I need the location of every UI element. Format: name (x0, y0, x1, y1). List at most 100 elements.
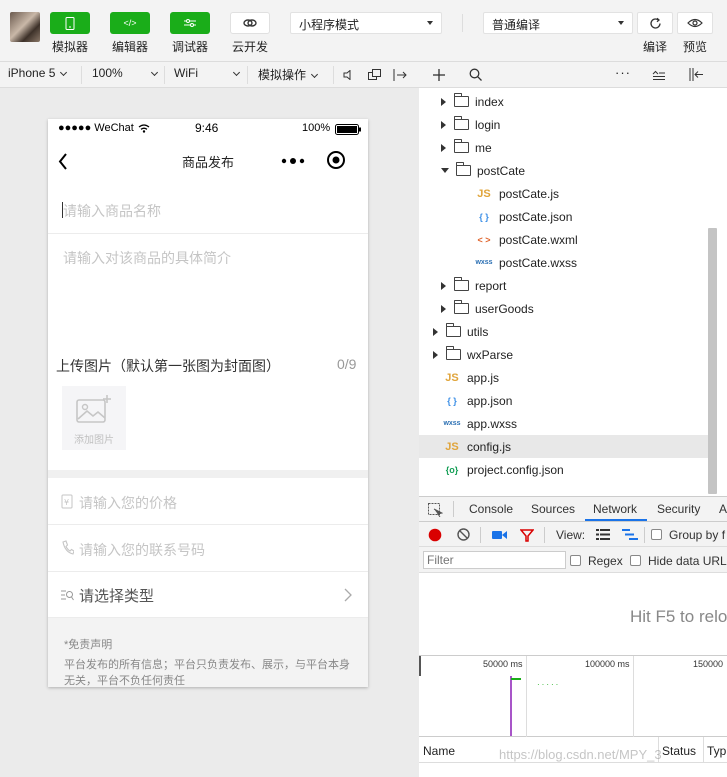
list-view-icon[interactable] (596, 529, 610, 540)
type-select[interactable]: 请选择类型 (48, 572, 368, 618)
tree-file[interactable]: {o} project.config.json (419, 458, 715, 481)
price-placeholder: 请输入您的价格 (79, 495, 177, 511)
tree-folder[interactable]: report (419, 274, 715, 297)
phone-status-bar: ●●●●● WeChat 9:46 100% (48, 119, 368, 139)
mode-select[interactable]: 小程序模式 (290, 12, 442, 34)
tree-folder[interactable]: me (419, 136, 715, 159)
network-toolbar: View: Group by f (419, 522, 727, 547)
tab-sources[interactable]: Sources (531, 502, 575, 516)
tree-file[interactable]: < > postCate.wxml (419, 228, 715, 251)
price-tag-icon: ¥ (61, 494, 73, 509)
link-icon (243, 19, 257, 27)
js-file-icon: JS (477, 187, 491, 200)
carrier-text: ●●●●● WeChat (58, 122, 134, 134)
active-tab-indicator (585, 519, 647, 521)
tab-more[interactable]: A (719, 502, 727, 516)
waterfall-view-icon[interactable] (622, 529, 638, 540)
hide-data-urls-checkbox[interactable] (630, 555, 641, 566)
more-options-icon[interactable]: ··· (615, 65, 631, 80)
inspect-element-icon[interactable] (428, 503, 443, 517)
detach-window-icon[interactable] (368, 69, 381, 81)
more-menu-icon[interactable] (281, 158, 305, 164)
search-icon[interactable] (469, 68, 482, 81)
tree-file[interactable]: JS app.js (419, 366, 715, 389)
network-select[interactable]: WiFi (174, 66, 246, 80)
tree-item-label: project.config.json (467, 462, 564, 477)
network-overview-timeline[interactable]: 50000 ms 100000 ms 150000 ····· (419, 655, 727, 738)
contact-number-field[interactable]: 请输入您的联系号码 (48, 525, 368, 572)
tree-folder[interactable]: userGoods (419, 297, 715, 320)
column-type-header[interactable]: Typ (707, 744, 726, 758)
caret-right-icon[interactable] (441, 143, 446, 152)
cloud-dev-button[interactable] (230, 12, 270, 34)
caret-down-icon (618, 21, 624, 25)
filter-icon[interactable] (520, 529, 534, 542)
caret-down-icon[interactable] (441, 168, 449, 173)
js-file-icon: JS (445, 440, 459, 453)
column-status-header[interactable]: Status (662, 744, 696, 758)
zoom-select[interactable]: 100% (92, 66, 164, 80)
tree-folder[interactable]: utils (419, 320, 715, 343)
product-description-textarea[interactable]: 请输入对该商品的具体简介 (48, 234, 368, 349)
add-file-icon[interactable] (433, 69, 445, 81)
add-image-button[interactable]: 添加图片 (62, 386, 126, 450)
close-miniprogram-icon[interactable] (326, 150, 346, 170)
tab-console[interactable]: Console (469, 502, 513, 516)
file-tree: index login me postCate JS postCate.js { } post… (419, 88, 727, 496)
product-name-field[interactable]: 请输入商品名称 (48, 185, 368, 234)
timeline-range-handle[interactable] (419, 656, 421, 676)
timeline-request-bar (511, 678, 521, 680)
dock-right-icon[interactable] (393, 69, 407, 81)
view-label: View: (556, 528, 586, 542)
pjson-file-icon: {o} (445, 464, 459, 475)
caret-right-icon[interactable] (433, 327, 438, 336)
compile-button[interactable] (637, 12, 673, 34)
caret-right-icon[interactable] (441, 281, 446, 290)
tree-file[interactable]: { } postCate.json (419, 205, 715, 228)
caret-right-icon[interactable] (433, 350, 438, 359)
caret-right-icon[interactable] (441, 97, 446, 106)
column-name-header[interactable]: Name (423, 744, 455, 758)
price-field[interactable]: ¥ 请输入您的价格 (48, 478, 368, 525)
editor-toggle-button[interactable]: </> (110, 12, 150, 34)
preview-button[interactable] (677, 12, 713, 34)
tree-file[interactable]: JS config.js (419, 435, 715, 458)
folder-icon (454, 116, 469, 130)
caret-right-icon[interactable] (441, 304, 446, 313)
folder-icon (446, 346, 461, 360)
chevron-down-icon (60, 68, 68, 77)
video-camera-icon[interactable] (492, 530, 507, 540)
tree-folder[interactable]: login (419, 113, 715, 136)
disclaimer-section: *免责声明 平台发布的所有信息；平台只负责发布、展示，与平台本身无关，平台不负任… (48, 618, 368, 687)
simulator-label: 模拟器 (51, 40, 88, 54)
tree-file[interactable]: JS postCate.js (419, 182, 715, 205)
user-avatar[interactable] (10, 12, 40, 42)
simulate-operation-select[interactable]: 模拟操作 (258, 66, 319, 83)
mute-icon[interactable] (343, 70, 353, 80)
file-tree-scrollbar[interactable] (708, 228, 717, 494)
filter-input[interactable] (423, 551, 566, 569)
simulator-toggle-button[interactable] (50, 12, 90, 34)
caret-right-icon[interactable] (441, 120, 446, 129)
tree-folder[interactable]: wxParse (419, 343, 715, 366)
collapse-all-icon[interactable] (652, 70, 665, 80)
debugger-toggle-button[interactable] (170, 12, 210, 34)
tree-file[interactable]: { } app.json (419, 389, 715, 412)
description-placeholder: 请输入对该商品的具体简介 (63, 250, 231, 266)
tree-item-label: postCate.wxss (499, 255, 578, 270)
tab-security[interactable]: Security (657, 502, 700, 516)
tree-folder[interactable]: postCate (419, 159, 715, 182)
dock-left-icon[interactable] (689, 68, 703, 81)
json-file-icon: { } (479, 211, 489, 222)
tab-network[interactable]: Network (593, 502, 637, 516)
device-select[interactable]: iPhone 5 (8, 66, 68, 80)
compile-mode-select[interactable]: 普通编译 (483, 12, 633, 34)
record-icon[interactable] (428, 528, 442, 542)
tree-file[interactable]: wxss postCate.wxss (419, 251, 715, 274)
group-by-frame-checkbox[interactable] (651, 529, 662, 540)
tree-folder[interactable]: index (419, 90, 715, 113)
regex-checkbox[interactable] (570, 555, 581, 566)
clear-icon[interactable] (457, 528, 470, 541)
upload-count: 0/9 (337, 356, 357, 372)
tree-file[interactable]: wxss app.wxss (419, 412, 715, 435)
